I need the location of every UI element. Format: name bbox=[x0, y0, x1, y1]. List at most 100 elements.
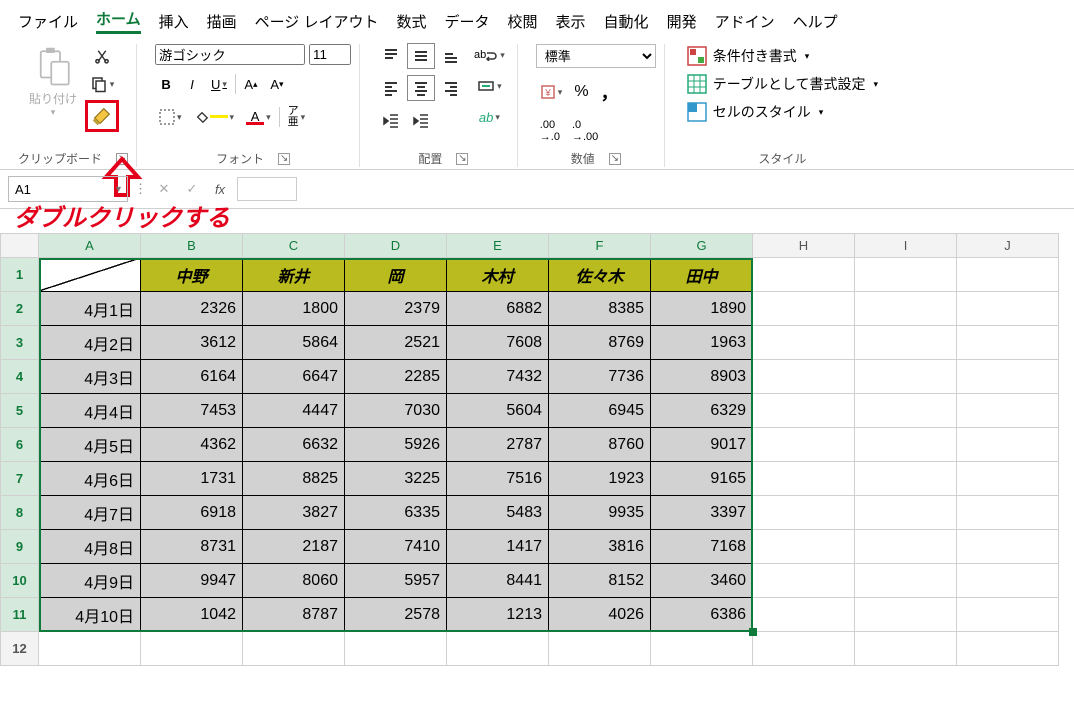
cell-styles-button[interactable]: セルのスタイル▾ bbox=[683, 100, 828, 124]
cell-G12[interactable] bbox=[651, 632, 753, 666]
row-header-3[interactable]: 3 bbox=[1, 326, 39, 360]
cell-H11[interactable] bbox=[753, 598, 855, 632]
cell-I1[interactable] bbox=[855, 258, 957, 292]
cell-I9[interactable] bbox=[855, 530, 957, 564]
cell-G5[interactable]: 6329 bbox=[651, 394, 753, 428]
cell-C6[interactable]: 6632 bbox=[243, 428, 345, 462]
cell-F11[interactable]: 4026 bbox=[549, 598, 651, 632]
cell-F10[interactable]: 8152 bbox=[549, 564, 651, 598]
cell-H7[interactable] bbox=[753, 462, 855, 496]
cell-B8[interactable]: 6918 bbox=[141, 496, 243, 530]
row-header-9[interactable]: 9 bbox=[1, 530, 39, 564]
cell-E3[interactable]: 7608 bbox=[447, 326, 549, 360]
cell-G3[interactable]: 1963 bbox=[651, 326, 753, 360]
align-dialog-launcher[interactable]: ↘ bbox=[456, 153, 468, 165]
menu-ヘルプ[interactable]: ヘルプ bbox=[793, 11, 838, 32]
cell-D2[interactable]: 2379 bbox=[345, 292, 447, 326]
phonetic-button[interactable]: ア 亜 bbox=[284, 103, 310, 131]
increase-font-button[interactable]: A▴ bbox=[240, 73, 262, 95]
cell-B3[interactable]: 3612 bbox=[141, 326, 243, 360]
menu-データ[interactable]: データ bbox=[445, 11, 490, 32]
cell-J6[interactable] bbox=[957, 428, 1059, 462]
cell-D11[interactable]: 2578 bbox=[345, 598, 447, 632]
cell-I10[interactable] bbox=[855, 564, 957, 598]
col-header-B[interactable]: B bbox=[141, 234, 243, 258]
align-center-button[interactable] bbox=[408, 76, 434, 100]
cell-H6[interactable] bbox=[753, 428, 855, 462]
cell-J1[interactable] bbox=[957, 258, 1059, 292]
orientation-button[interactable]: ab bbox=[470, 106, 509, 128]
select-all-corner[interactable] bbox=[1, 234, 39, 258]
align-bottom-button[interactable] bbox=[438, 44, 464, 68]
comma-button[interactable]: ， bbox=[597, 76, 623, 108]
row-header-10[interactable]: 10 bbox=[1, 564, 39, 598]
cell-J12[interactable] bbox=[957, 632, 1059, 666]
cell-G6[interactable]: 9017 bbox=[651, 428, 753, 462]
format-painter-button[interactable] bbox=[85, 100, 119, 132]
cell-G1[interactable]: 田中 bbox=[651, 258, 753, 292]
cell-D1[interactable]: 岡 bbox=[345, 258, 447, 292]
align-right-button[interactable] bbox=[438, 76, 464, 100]
cell-J3[interactable] bbox=[957, 326, 1059, 360]
cell-E12[interactable] bbox=[447, 632, 549, 666]
cell-F12[interactable] bbox=[549, 632, 651, 666]
number-format-combo[interactable]: 標準 bbox=[536, 44, 656, 68]
row-header-5[interactable]: 5 bbox=[1, 394, 39, 428]
cell-A11[interactable]: 4月10日 bbox=[39, 598, 141, 632]
cell-I5[interactable] bbox=[855, 394, 957, 428]
cell-D9[interactable]: 7410 bbox=[345, 530, 447, 564]
row-header-11[interactable]: 11 bbox=[1, 598, 39, 632]
cell-F8[interactable]: 9935 bbox=[549, 496, 651, 530]
fill-color-button[interactable] bbox=[190, 106, 239, 128]
row-header-7[interactable]: 7 bbox=[1, 462, 39, 496]
cell-A2[interactable]: 4月1日 bbox=[39, 292, 141, 326]
cell-I12[interactable] bbox=[855, 632, 957, 666]
cell-E4[interactable]: 7432 bbox=[447, 360, 549, 394]
cell-A1[interactable] bbox=[39, 258, 141, 292]
cell-I4[interactable] bbox=[855, 360, 957, 394]
cell-J8[interactable] bbox=[957, 496, 1059, 530]
align-left-button[interactable] bbox=[378, 76, 404, 100]
cell-E5[interactable]: 5604 bbox=[447, 394, 549, 428]
accounting-format-button[interactable]: ¥ bbox=[536, 81, 567, 103]
formula-input[interactable] bbox=[237, 177, 297, 201]
cell-B6[interactable]: 4362 bbox=[141, 428, 243, 462]
cell-G11[interactable]: 6386 bbox=[651, 598, 753, 632]
cell-F4[interactable]: 7736 bbox=[549, 360, 651, 394]
cell-D4[interactable]: 2285 bbox=[345, 360, 447, 394]
menu-ページ レイアウト[interactable]: ページ レイアウト bbox=[255, 11, 379, 32]
cell-F5[interactable]: 6945 bbox=[549, 394, 651, 428]
cell-B2[interactable]: 2326 bbox=[141, 292, 243, 326]
format-as-table-button[interactable]: テーブルとして書式設定▾ bbox=[683, 72, 882, 96]
row-header-8[interactable]: 8 bbox=[1, 496, 39, 530]
cell-D6[interactable]: 5926 bbox=[345, 428, 447, 462]
borders-button[interactable] bbox=[155, 106, 186, 128]
cell-I6[interactable] bbox=[855, 428, 957, 462]
cell-D7[interactable]: 3225 bbox=[345, 462, 447, 496]
cell-A3[interactable]: 4月2日 bbox=[39, 326, 141, 360]
cell-D3[interactable]: 2521 bbox=[345, 326, 447, 360]
cell-F6[interactable]: 8760 bbox=[549, 428, 651, 462]
cell-F3[interactable]: 8769 bbox=[549, 326, 651, 360]
cell-A8[interactable]: 4月7日 bbox=[39, 496, 141, 530]
cell-G10[interactable]: 3460 bbox=[651, 564, 753, 598]
underline-button[interactable]: U bbox=[207, 73, 231, 95]
font-color-button[interactable]: A bbox=[242, 106, 275, 128]
cell-E9[interactable]: 1417 bbox=[447, 530, 549, 564]
cell-I8[interactable] bbox=[855, 496, 957, 530]
cell-E7[interactable]: 7516 bbox=[447, 462, 549, 496]
col-header-F[interactable]: F bbox=[549, 234, 651, 258]
cell-H10[interactable] bbox=[753, 564, 855, 598]
decrease-decimal-button[interactable]: .0→.00 bbox=[568, 116, 602, 146]
cell-D5[interactable]: 7030 bbox=[345, 394, 447, 428]
cell-C11[interactable]: 8787 bbox=[243, 598, 345, 632]
cell-C9[interactable]: 2187 bbox=[243, 530, 345, 564]
cell-C10[interactable]: 8060 bbox=[243, 564, 345, 598]
cell-F1[interactable]: 佐々木 bbox=[549, 258, 651, 292]
cell-D8[interactable]: 6335 bbox=[345, 496, 447, 530]
increase-decimal-button[interactable]: .00→.0 bbox=[536, 116, 564, 146]
cell-G8[interactable]: 3397 bbox=[651, 496, 753, 530]
col-header-I[interactable]: I bbox=[855, 234, 957, 258]
cancel-button[interactable]: ✕ bbox=[153, 181, 175, 197]
align-top-button[interactable] bbox=[378, 44, 404, 68]
